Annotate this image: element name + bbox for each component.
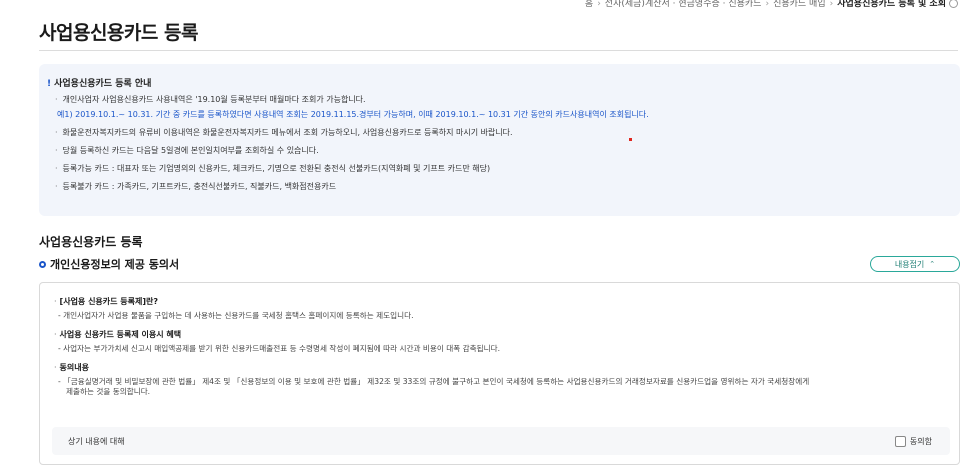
exclamation-icon: ! (47, 79, 52, 89)
notice-line: 등록불가 카드 : 가족카드, 기프트카드, 충전식선불카드, 직불카드, 백화… (55, 182, 960, 192)
notice-box: !사업용신용카드 등록 안내 개인사업자 사업용신용카드 사용내역은 '19.1… (39, 64, 960, 216)
chevron-right-icon: › (829, 0, 834, 9)
cursor-marker (629, 138, 632, 141)
breadcrumb-current: 사업용신용카드 등록 및 조회 (837, 0, 946, 9)
notice-title: ! 사업용신용카드 등록 안내 (47, 76, 960, 89)
consent-text: 제출하는 것을 동의합니다. (66, 387, 151, 396)
notice-line: 화물운전자복지카드의 유류비 이용내역은 화물운전자복지카드 메뉴에서 조회 가… (55, 128, 960, 138)
breadcrumb-item[interactable]: 신용카드 매입 (773, 0, 826, 9)
notice-title-text: 사업용신용카드 등록 안내 (54, 79, 152, 89)
page-title: 사업용신용카드 등록 (39, 22, 198, 44)
chevron-up-icon: ⌃ (929, 260, 936, 268)
consent-subtitle: 개인신용정보의 제공 동의서 (39, 256, 179, 272)
notice-line: 등록가능 카드 : 대표자 또는 기업명의의 신용카드, 체크카드, 기명으로 … (55, 164, 960, 174)
consent-text: - 「금융실명거래 및 비밀보장에 관한 법률」 제4조 및 「신용정보의 이용… (58, 377, 810, 386)
breadcrumb: 홈 › 전자(세금)계산서 · 현금영수증 · 신용카드 › 신용카드 매입 › 사업용신용… (585, 0, 958, 9)
consent-subtitle-text: 개인신용정보의 제공 동의서 (50, 258, 180, 271)
notice-line: 당월 등록하신 카드는 다음달 5일경에 본인일치여부를 조회하실 수 있습니다… (55, 146, 960, 156)
chevron-right-icon: › (765, 0, 770, 9)
title-divider (39, 50, 958, 51)
collapse-label: 내용접기 (894, 259, 925, 269)
agree-row: 상기 내용에 대해 동의함 (52, 427, 950, 455)
help-icon[interactable] (949, 0, 958, 8)
consent-heading: 사업용 신용카드 등록제 이용시 혜택 (54, 330, 959, 340)
notice-line: 개인사업자 사업용신용카드 사용내역은 '19.10월 등록분부터 매월마다 조… (55, 95, 960, 105)
agree-prompt: 상기 내용에 대해 (68, 436, 125, 446)
breadcrumb-item[interactable]: 전자(세금)계산서 · 현금영수증 · 신용카드 (605, 0, 762, 9)
agree-label: 동의함 (909, 436, 932, 446)
chevron-right-icon: › (597, 0, 601, 9)
notice-example: 예1) 2019.10.1.~ 10.31. 기간 중 카드를 등록하였다면 사… (57, 110, 649, 119)
consent-text: - 사업자는 부가가치세 신고시 매입액공제를 받기 위한 신용카드매출전표 등… (58, 344, 500, 353)
consent-heading: [사업용 신용카드 등록제]란? (54, 297, 959, 307)
section-title: 사업용신용카드 등록 (39, 235, 143, 249)
agree-checkbox-label[interactable]: 동의함 (894, 435, 932, 447)
agree-checkbox[interactable] (894, 435, 906, 447)
collapse-button[interactable]: 내용접기 ⌃ (870, 256, 960, 272)
breadcrumb-home[interactable]: 홈 (585, 0, 593, 9)
circle-bullet-icon (39, 261, 46, 268)
consent-heading: 동의내용 (54, 363, 959, 373)
consent-text: - 개인사업자가 사업용 물품을 구입하는 데 사용하는 신용카드를 국세청 홈… (58, 311, 414, 320)
consent-box: [사업용 신용카드 등록제]란? - 개인사업자가 사업용 물품을 구입하는 데… (39, 282, 960, 465)
